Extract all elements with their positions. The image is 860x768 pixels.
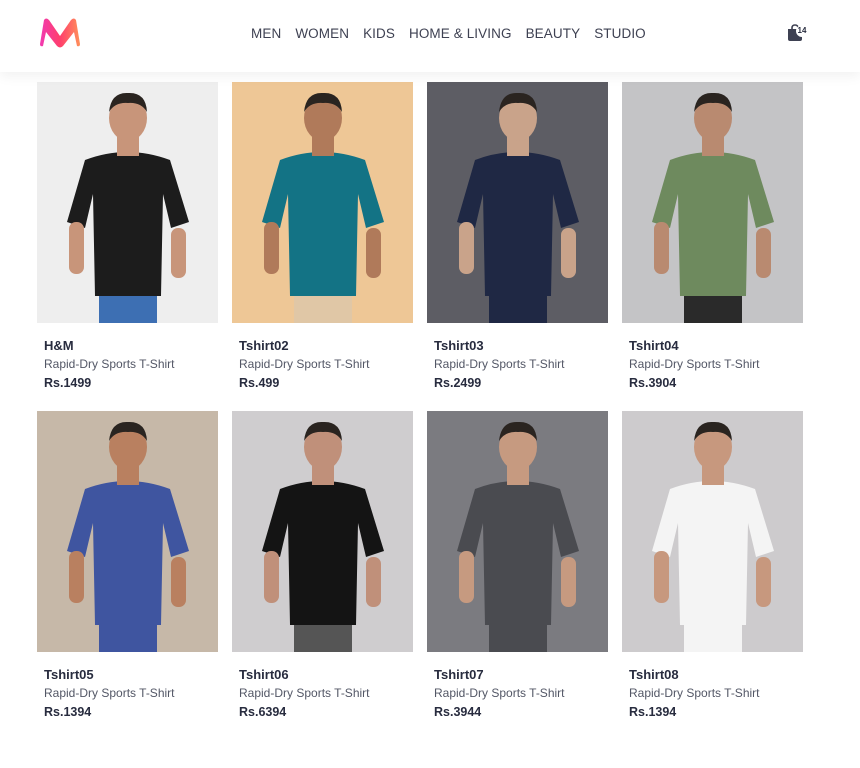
product-info: Tshirt05 Rapid-Dry Sports T-Shirt Rs.1394 xyxy=(37,652,218,721)
product-description: Rapid-Dry Sports T-Shirt xyxy=(629,357,760,371)
nav-studio[interactable]: STUDIO xyxy=(587,26,653,41)
product-info: Tshirt07 Rapid-Dry Sports T-Shirt Rs.3944 xyxy=(427,652,608,721)
product-price: Rs.499 xyxy=(239,376,280,390)
product-price: Rs.1499 xyxy=(44,376,92,390)
product-description: Rapid-Dry Sports T-Shirt xyxy=(44,686,175,700)
top-header: MEN WOMEN KIDS HOME & LIVING BEAUTY STUD… xyxy=(0,0,860,72)
product-price: Rs.1394 xyxy=(44,705,92,719)
nav-home-living[interactable]: HOME & LIVING xyxy=(402,26,519,41)
product-image[interactable] xyxy=(232,411,413,652)
product-grid: H&M Rapid-Dry Sports T-Shirt Rs.1499 Tshirt… xyxy=(37,82,803,740)
product-brand: Tshirt05 xyxy=(44,667,94,682)
product-brand: Tshirt02 xyxy=(239,338,289,353)
product-card[interactable]: Tshirt05 Rapid-Dry Sports T-Shirt Rs.1394 xyxy=(37,411,218,740)
nav-beauty[interactable]: BEAUTY xyxy=(519,26,588,41)
product-brand: Tshirt08 xyxy=(629,667,679,682)
product-brand: Tshirt07 xyxy=(434,667,484,682)
product-image[interactable] xyxy=(622,82,803,323)
product-info: Tshirt02 Rapid-Dry Sports T-Shirt Rs.499 xyxy=(232,323,413,392)
product-price: Rs.1394 xyxy=(629,705,677,719)
product-brand: Tshirt06 xyxy=(239,667,289,682)
product-info: H&M Rapid-Dry Sports T-Shirt Rs.1499 xyxy=(37,323,218,392)
nav-women[interactable]: WOMEN xyxy=(288,26,356,41)
product-card[interactable]: Tshirt02 Rapid-Dry Sports T-Shirt Rs.499 xyxy=(232,82,413,411)
nav-men[interactable]: MEN xyxy=(244,26,288,41)
bag-button[interactable]: 14 xyxy=(786,24,810,44)
product-brand: Tshirt03 xyxy=(434,338,484,353)
product-image[interactable] xyxy=(37,82,218,323)
product-info: Tshirt06 Rapid-Dry Sports T-Shirt Rs.6394 xyxy=(232,652,413,721)
bag-count-badge: 14 xyxy=(796,25,808,37)
product-info: Tshirt04 Rapid-Dry Sports T-Shirt Rs.3904 xyxy=(622,323,803,392)
product-description: Rapid-Dry Sports T-Shirt xyxy=(239,686,370,700)
product-card[interactable]: Tshirt07 Rapid-Dry Sports T-Shirt Rs.3944 xyxy=(427,411,608,740)
product-card[interactable]: Tshirt04 Rapid-Dry Sports T-Shirt Rs.3904 xyxy=(622,82,803,411)
product-image[interactable] xyxy=(232,82,413,323)
product-description: Rapid-Dry Sports T-Shirt xyxy=(434,357,565,371)
product-image[interactable] xyxy=(37,411,218,652)
product-image[interactable] xyxy=(427,82,608,323)
product-info: Tshirt08 Rapid-Dry Sports T-Shirt Rs.1394 xyxy=(622,652,803,721)
product-card[interactable]: Tshirt06 Rapid-Dry Sports T-Shirt Rs.6394 xyxy=(232,411,413,740)
product-price: Rs.2499 xyxy=(434,376,482,390)
product-card[interactable]: Tshirt08 Rapid-Dry Sports T-Shirt Rs.1394 xyxy=(622,411,803,740)
product-brand: H&M xyxy=(44,338,74,353)
myntra-logo[interactable] xyxy=(38,16,82,48)
product-price: Rs.6394 xyxy=(239,705,287,719)
product-description: Rapid-Dry Sports T-Shirt xyxy=(434,686,565,700)
product-info: Tshirt03 Rapid-Dry Sports T-Shirt Rs.2499 xyxy=(427,323,608,392)
product-price: Rs.3904 xyxy=(629,376,677,390)
product-image[interactable] xyxy=(427,411,608,652)
logo-icon xyxy=(40,18,80,48)
product-description: Rapid-Dry Sports T-Shirt xyxy=(239,357,370,371)
product-brand: Tshirt04 xyxy=(629,338,679,353)
product-card[interactable]: H&M Rapid-Dry Sports T-Shirt Rs.1499 xyxy=(37,82,218,411)
main-nav: MEN WOMEN KIDS HOME & LIVING BEAUTY STUD… xyxy=(244,26,653,41)
product-description: Rapid-Dry Sports T-Shirt xyxy=(44,357,175,371)
product-description: Rapid-Dry Sports T-Shirt xyxy=(629,686,760,700)
nav-kids[interactable]: KIDS xyxy=(356,26,402,41)
product-image[interactable] xyxy=(622,411,803,652)
product-price: Rs.3944 xyxy=(434,705,482,719)
product-card[interactable]: Tshirt03 Rapid-Dry Sports T-Shirt Rs.2499 xyxy=(427,82,608,411)
